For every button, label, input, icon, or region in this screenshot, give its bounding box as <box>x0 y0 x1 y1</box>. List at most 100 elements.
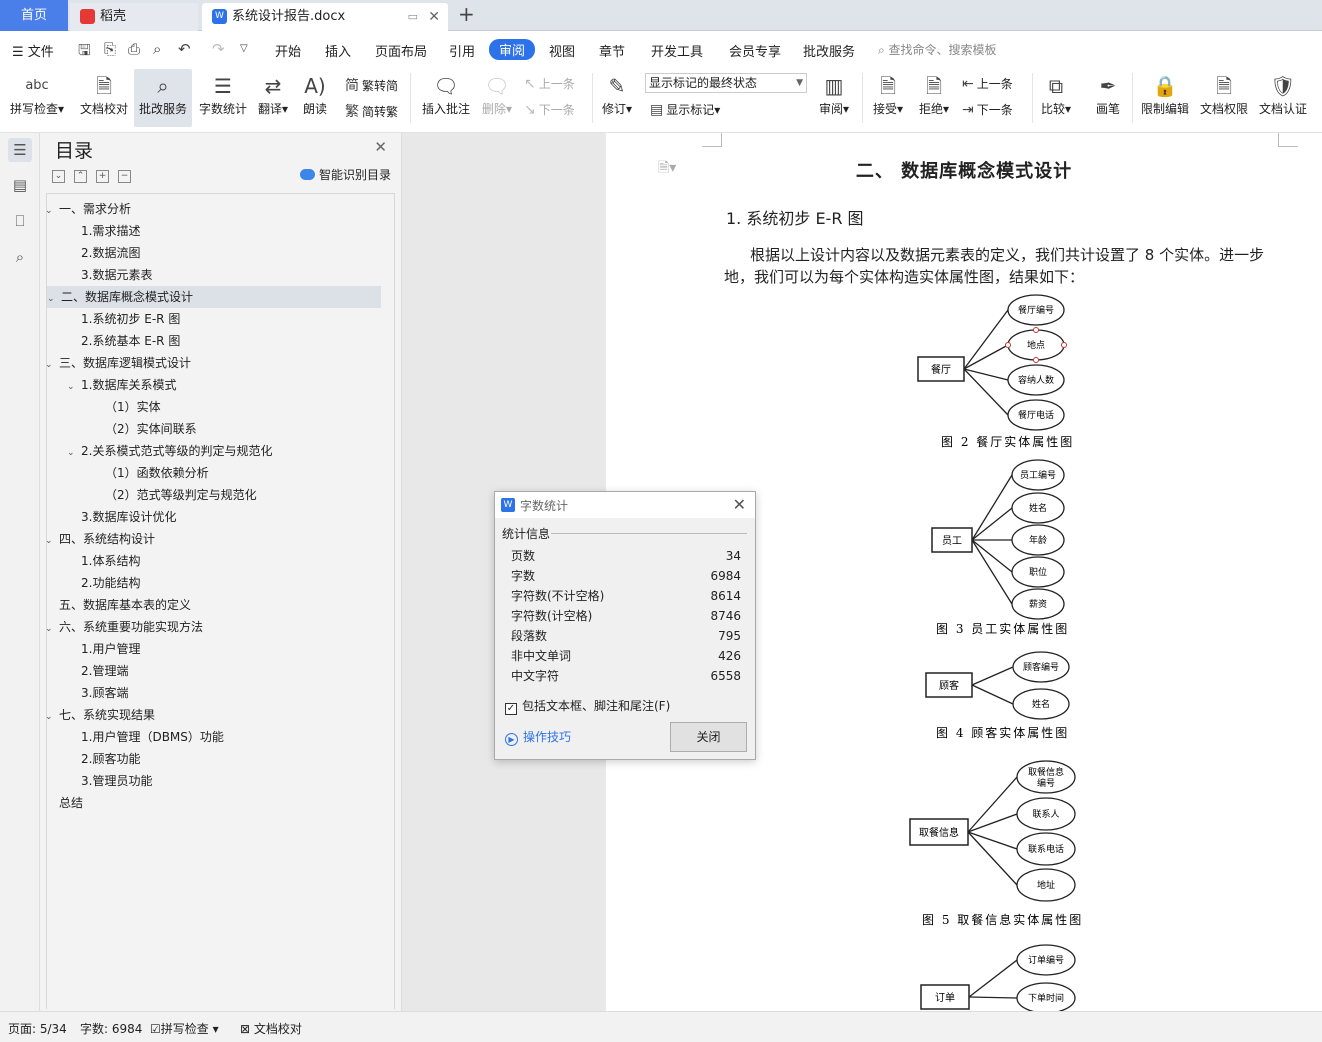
toc-item[interactable]: （2）实体间联系 <box>105 418 197 440</box>
toc-item[interactable]: ⌄ 七、系统实现结果 <box>45 704 155 726</box>
close-button[interactable]: 关闭 <box>670 722 747 752</box>
word-count-indicator[interactable]: 字数: 6984 <box>80 1020 142 1037</box>
pen-button[interactable]: ✒ 画笔 <box>1090 69 1126 127</box>
tips-link[interactable]: ▶ 操作技巧 <box>505 728 571 746</box>
print-icon[interactable]: ⎙ <box>128 40 140 58</box>
prev-change-button[interactable]: ⇤ 上一条 <box>962 75 1013 92</box>
redo-icon[interactable]: ↷ <box>212 40 225 58</box>
add-level-icon[interactable]: + <box>96 170 109 183</box>
command-search[interactable]: ⌕ 查找命令、搜索模板 <box>878 41 997 58</box>
toc-item[interactable]: ⌄ 六、系统重要功能实现方法 <box>45 616 203 638</box>
save-icon[interactable]: 🖫 <box>78 40 91 65</box>
collapse-all-icon[interactable]: ⌄ <box>52 170 65 183</box>
bookmark-icon[interactable]: ⎕ <box>8 209 32 233</box>
menu-layout[interactable]: 页面布局 <box>375 41 427 60</box>
toc-item[interactable]: 1.用户管理（DBMS）功能 <box>81 726 224 748</box>
customize-arrow-icon[interactable]: ▽ <box>240 43 248 54</box>
chevron-down-icon[interactable]: ⌄ <box>45 530 59 552</box>
toc-item[interactable]: 1.需求描述 <box>81 220 140 242</box>
toc-item[interactable]: （1）实体 <box>105 396 161 418</box>
tab-document[interactable]: W 系统设计报告.docx ▭ ✕ <box>202 3 448 31</box>
menu-correction[interactable]: 批改服务 <box>803 41 855 60</box>
prev-comment-button[interactable]: ↖ 上一条 <box>524 75 575 92</box>
chevron-down-icon[interactable]: ⌄ <box>45 354 59 376</box>
accept-button[interactable]: 🗎 接受▾ <box>868 69 908 127</box>
expand-up-icon[interactable]: ⌃ <box>74 170 87 183</box>
tab-daoke[interactable]: 稻壳 <box>70 3 198 31</box>
translate-button[interactable]: ⇄ 翻译▾ <box>252 69 294 127</box>
toc-item[interactable]: 1.用户管理 <box>81 638 140 660</box>
print-preview-icon[interactable]: ⌕ <box>153 40 161 58</box>
tab-close-icon[interactable]: ✕ <box>428 3 440 31</box>
chevron-down-icon[interactable]: ⌄ <box>45 618 59 640</box>
toc-item[interactable]: 3.顾客端 <box>81 682 128 704</box>
toc-item[interactable]: 2.功能结构 <box>81 572 140 594</box>
correction-service-button[interactable]: ⌕ 批改服务 <box>134 69 192 127</box>
menu-review[interactable]: 审阅 <box>489 39 536 60</box>
toc-item[interactable]: ⌄ 1.数据库关系模式 <box>67 374 176 396</box>
search-panel-icon[interactable]: ⌕ <box>8 245 32 269</box>
chapter-panel-icon[interactable]: ▤ <box>8 173 32 197</box>
insert-comment-button[interactable]: 🗨 插入批注 <box>418 69 474 127</box>
selection-handle[interactable] <box>1033 327 1039 333</box>
toc-item[interactable]: 1.系统初步 E-R 图 <box>81 308 180 330</box>
revise-button[interactable]: ✎ 修订▾ <box>598 69 636 127</box>
menu-insert[interactable]: 插入 <box>325 41 351 60</box>
trad-to-simp-button[interactable]: 简繁转简 <box>345 75 398 95</box>
review-pane-button[interactable]: ▥ 审阅▾ <box>814 69 854 127</box>
menu-start[interactable]: 开始 <box>275 41 301 60</box>
chevron-down-icon[interactable]: ⌄ <box>45 706 59 728</box>
toc-item[interactable]: 五、数据库基本表的定义 <box>59 594 191 616</box>
chevron-down-icon[interactable]: ⌄ <box>67 376 81 398</box>
next-change-button[interactable]: ⇥ 下一条 <box>962 101 1013 118</box>
status-doc-proof[interactable]: ⊠ 文档校对 <box>240 1020 302 1037</box>
include-textbox-checkbox[interactable]: ✓ 包括文本框、脚注和尾注(F) <box>505 697 670 715</box>
read-aloud-button[interactable]: A) 朗读 <box>298 69 332 127</box>
markup-state-select[interactable]: 显示标记的最终状态 ▼ <box>645 73 807 93</box>
toc-item[interactable]: ⌄ 2.关系模式范式等级的判定与规范化 <box>67 440 272 462</box>
doc-rights-button[interactable]: 🗎 文档权限 <box>1198 69 1250 127</box>
toc-item[interactable]: 3.管理员功能 <box>81 770 152 792</box>
toc-item[interactable]: ⌄ 二、数据库概念模式设计 <box>47 286 381 308</box>
menu-reference[interactable]: 引用 <box>449 41 475 60</box>
toc-item[interactable]: 2.顾客功能 <box>81 748 140 770</box>
new-tab-button[interactable]: + <box>458 2 475 26</box>
restrict-edit-button[interactable]: 🔒 限制编辑 <box>1138 69 1192 127</box>
toc-item[interactable]: 2.系统基本 E-R 图 <box>81 330 180 352</box>
toc-item[interactable]: （1）函数依赖分析 <box>105 462 209 484</box>
chevron-down-icon[interactable]: ⌄ <box>47 288 61 310</box>
next-comment-button[interactable]: ↘ 下一条 <box>524 101 575 118</box>
toc-item[interactable]: ⌄ 一、需求分析 <box>45 198 131 220</box>
tab-window-icon[interactable]: ▭ <box>408 3 418 31</box>
toc-item[interactable]: 3.数据元素表 <box>81 264 152 286</box>
chevron-down-icon[interactable]: ⌄ <box>67 442 81 464</box>
toc-item[interactable]: 2.数据流图 <box>81 242 140 264</box>
smart-toc-button[interactable]: 智能识别目录 <box>299 166 391 183</box>
reject-button[interactable]: 🗎 拒绝▾ <box>914 69 954 127</box>
undo-icon[interactable]: ↶ <box>178 40 191 58</box>
close-icon[interactable]: ✕ <box>733 495 746 514</box>
doc-proof-button[interactable]: 🗎 文档校对 <box>76 69 132 127</box>
tab-home[interactable]: 首页 <box>0 0 68 31</box>
doc-certify-button[interactable]: 🛡 文档认证 <box>1256 69 1310 127</box>
show-markup-button[interactable]: ▤ 显示标记▾ <box>650 101 720 118</box>
delete-comment-button[interactable]: 🗨 删除▾ <box>478 69 516 127</box>
file-menu[interactable]: ☰ 文件 <box>12 41 54 60</box>
status-spell-check[interactable]: ☑拼写检查 ▾ <box>150 1020 219 1037</box>
selection-handle[interactable] <box>1061 342 1067 348</box>
simp-to-trad-button[interactable]: 繁简转繁 <box>345 101 398 121</box>
page-indicator[interactable]: 页面: 5/34 <box>8 1020 67 1037</box>
menu-member[interactable]: 会员专享 <box>729 41 781 60</box>
export-pdf-icon[interactable]: ⎘ <box>104 40 116 58</box>
chevron-down-icon[interactable]: ⌄ <box>45 200 59 222</box>
toc-item[interactable]: 1.体系结构 <box>81 550 140 572</box>
toc-panel-icon[interactable]: ☰ <box>8 138 32 162</box>
menu-section[interactable]: 章节 <box>599 41 625 60</box>
selection-handle[interactable] <box>1033 357 1039 363</box>
compare-button[interactable]: ⧉ 比较▾ <box>1036 69 1076 127</box>
toc-item[interactable]: ⌄ 四、系统结构设计 <box>45 528 155 550</box>
word-count-button[interactable]: ☰ 字数统计 <box>196 69 250 127</box>
selection-handle[interactable] <box>1005 342 1011 348</box>
toc-item[interactable]: 2.管理端 <box>81 660 128 682</box>
toc-item[interactable]: （2）范式等级判定与规范化 <box>105 484 257 506</box>
